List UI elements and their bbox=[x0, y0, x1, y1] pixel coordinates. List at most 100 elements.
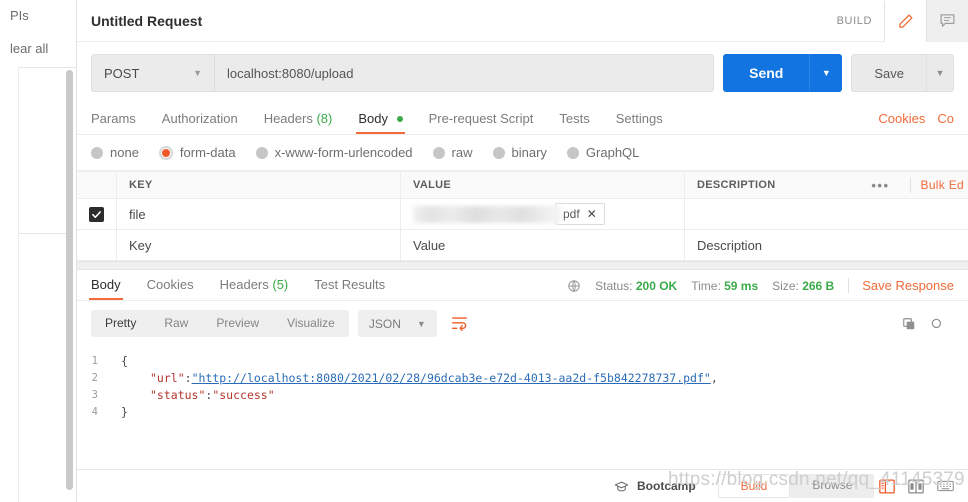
body-type-graphql[interactable]: GraphQL bbox=[566, 145, 640, 160]
sidebar-label-apis[interactable]: PIs bbox=[0, 8, 29, 23]
keyboard-shortcuts-icon[interactable] bbox=[937, 479, 954, 493]
code-line: 1 { bbox=[77, 352, 968, 369]
word-wrap-icon bbox=[451, 316, 468, 331]
file-type-label: pdf bbox=[563, 207, 580, 221]
body-type-raw[interactable]: raw bbox=[432, 145, 473, 160]
table-row[interactable]: file pdf ✕ bbox=[77, 199, 968, 230]
header-description-label: DESCRIPTION bbox=[697, 179, 776, 191]
json-colon: : bbox=[205, 387, 213, 402]
line-number: 3 bbox=[91, 388, 98, 401]
tab-pre-request-script[interactable]: Pre-request Script bbox=[429, 111, 534, 134]
pencil-icon bbox=[897, 13, 914, 30]
send-group: Send ▼ bbox=[723, 54, 843, 92]
divider bbox=[848, 278, 850, 293]
view-mode-raw[interactable]: Raw bbox=[150, 310, 202, 337]
option-label: GraphQL bbox=[585, 145, 640, 160]
code-line: 2 "url" : "http://localhost:8080/2021/02… bbox=[77, 369, 968, 386]
row-description-input[interactable] bbox=[685, 199, 968, 229]
redacted-filename bbox=[413, 205, 561, 223]
send-button[interactable]: Send bbox=[723, 54, 810, 92]
request-tabs: Params Authorization Headers (8) Body Pr… bbox=[77, 102, 968, 135]
tab-label: Body bbox=[358, 111, 388, 126]
globe-icon[interactable] bbox=[567, 279, 581, 293]
response-meta: Status: 200 OK Time: 59 ms Size: 266 B S… bbox=[567, 278, 954, 300]
chevron-down-icon: ▼ bbox=[416, 318, 426, 329]
status-bar: Bootcamp Build Browse bbox=[77, 469, 968, 502]
file-type-chip[interactable]: pdf ✕ bbox=[555, 203, 605, 225]
cookies-link[interactable]: Cookies bbox=[878, 111, 925, 126]
checkbox-checked-icon[interactable] bbox=[89, 206, 104, 222]
word-wrap-button[interactable] bbox=[446, 310, 474, 337]
chevron-down-icon: ▼ bbox=[935, 68, 945, 78]
response-tab-body[interactable]: Body bbox=[89, 277, 123, 300]
row-value-file-cell[interactable]: pdf ✕ bbox=[401, 199, 685, 229]
response-tab-headers[interactable]: Headers (5) bbox=[220, 277, 289, 300]
body-type-none[interactable]: none bbox=[91, 145, 139, 160]
comments-tab-button[interactable] bbox=[926, 0, 968, 42]
tab-label: Params bbox=[91, 111, 136, 126]
sidebar-clear-all[interactable]: lear all bbox=[0, 41, 48, 56]
status-bar-icons bbox=[879, 478, 958, 494]
code-link[interactable]: Co bbox=[937, 111, 954, 126]
code-close-brace: } bbox=[121, 404, 128, 419]
save-button[interactable]: Save bbox=[851, 54, 926, 92]
sidebar-scrollbar[interactable] bbox=[66, 70, 73, 490]
pane-splitter[interactable] bbox=[77, 261, 968, 270]
bootcamp-button[interactable]: Bootcamp bbox=[614, 479, 696, 493]
row-checkbox-cell[interactable] bbox=[77, 199, 117, 229]
response-tabs: Body Cookies Headers (5) Test Results St… bbox=[77, 270, 968, 301]
save-options-button[interactable]: ▼ bbox=[926, 54, 954, 92]
response-tab-cookies[interactable]: Cookies bbox=[147, 277, 194, 300]
build-tab[interactable]: Build bbox=[717, 474, 791, 498]
status-label: Status: bbox=[595, 278, 633, 293]
code-line: 3 "status" : "success" bbox=[77, 386, 968, 403]
more-options-icon[interactable]: ••• bbox=[871, 178, 899, 193]
new-row-key-input[interactable]: Key bbox=[117, 230, 401, 260]
format-select[interactable]: JSON ▼ bbox=[357, 310, 437, 337]
divider bbox=[909, 177, 911, 193]
copy-icon[interactable] bbox=[902, 317, 916, 331]
row-key-input[interactable]: file bbox=[117, 199, 401, 229]
remove-file-icon[interactable]: ✕ bbox=[587, 207, 597, 221]
sidebar-layout-icon[interactable] bbox=[879, 478, 895, 494]
tab-tests[interactable]: Tests bbox=[559, 111, 589, 134]
edit-tab-button[interactable] bbox=[884, 0, 926, 42]
body-type-form-data[interactable]: form-data bbox=[158, 145, 236, 160]
sidebar-divider-2 bbox=[18, 233, 68, 234]
save-response-link[interactable]: Save Response bbox=[862, 278, 954, 293]
tab-settings[interactable]: Settings bbox=[616, 111, 663, 134]
send-options-button[interactable]: ▼ bbox=[809, 54, 843, 92]
header-checkbox-cell bbox=[77, 172, 117, 198]
bulk-edit-link[interactable]: Bulk Ed bbox=[921, 178, 968, 192]
search-icon[interactable] bbox=[930, 317, 944, 331]
view-mode-visualize[interactable]: Visualize bbox=[273, 310, 349, 337]
view-mode-pretty[interactable]: Pretty bbox=[91, 310, 150, 337]
two-pane-layout-icon[interactable] bbox=[908, 478, 924, 494]
json-comma: , bbox=[710, 370, 718, 385]
tab-body[interactable]: Body bbox=[356, 111, 405, 134]
response-body-code[interactable]: 1 { 2 "url" : "http://localhost:8080/202… bbox=[77, 346, 968, 420]
json-url-value[interactable]: "http://localhost:8080/2021/02/28/96dcab… bbox=[192, 371, 711, 385]
response-tab-test-results[interactable]: Test Results bbox=[314, 277, 385, 300]
tab-label: Test Results bbox=[314, 277, 386, 292]
page-title: Untitled Request bbox=[91, 12, 203, 29]
body-type-binary[interactable]: binary bbox=[492, 145, 547, 160]
view-mode-preview[interactable]: Preview bbox=[202, 310, 273, 337]
tab-headers[interactable]: Headers (8) bbox=[264, 111, 333, 134]
request-header: Untitled Request BUILD bbox=[77, 0, 968, 42]
tab-label: Headers bbox=[219, 277, 269, 292]
tab-authorization[interactable]: Authorization bbox=[162, 111, 238, 134]
tab-params[interactable]: Params bbox=[91, 111, 136, 134]
method-value: POST bbox=[104, 65, 140, 81]
method-select[interactable]: POST ▼ bbox=[91, 54, 214, 92]
json-string-value: "success" bbox=[212, 387, 275, 402]
body-type-x-www-form-urlencoded[interactable]: x-www-form-urlencoded bbox=[255, 145, 413, 160]
row-checkbox-cell[interactable] bbox=[77, 230, 117, 260]
url-input[interactable]: localhost:8080/upload bbox=[214, 54, 715, 92]
browse-tab[interactable]: Browse bbox=[790, 474, 875, 498]
view-mode-group: Pretty Raw Preview Visualize bbox=[91, 310, 349, 337]
new-row-value-input[interactable]: Value bbox=[401, 230, 685, 260]
table-row[interactable]: Key Value Description bbox=[77, 230, 968, 261]
new-row-description-input[interactable]: Description bbox=[685, 230, 968, 260]
format-value: JSON bbox=[368, 316, 401, 331]
